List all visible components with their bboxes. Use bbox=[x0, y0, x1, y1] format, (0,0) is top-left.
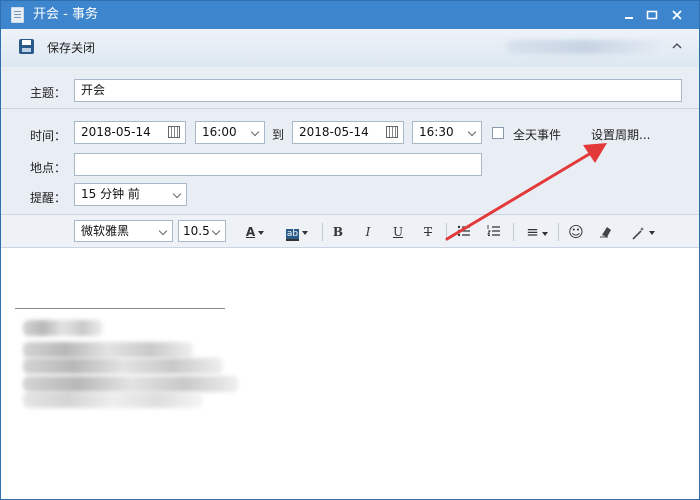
calendar-icon[interactable] bbox=[168, 126, 180, 138]
align-icon: ≡ bbox=[526, 223, 539, 241]
chevron-down-icon bbox=[302, 230, 309, 235]
end-time-select[interactable]: 16:30 bbox=[412, 121, 482, 144]
bold-icon[interactable]: B bbox=[330, 223, 346, 241]
toolbar-separator bbox=[322, 223, 323, 241]
reminder-label: 提醒： bbox=[30, 191, 67, 205]
subject-label: 主题： bbox=[30, 86, 67, 100]
start-time-value: 16:00 bbox=[202, 125, 237, 139]
all-day-checkbox[interactable] bbox=[492, 127, 504, 139]
close-icon bbox=[672, 10, 682, 20]
event-window: 开会 - 事务 保存关闭 主题： 开会 时间： 2018-05-14 16:00 bbox=[0, 0, 700, 500]
close-button[interactable] bbox=[669, 7, 685, 23]
event-form: 主题： 开会 时间： 2018-05-14 16:00 到 2018-05-14… bbox=[1, 67, 699, 214]
chevron-down-icon bbox=[211, 226, 221, 236]
reminder-value: 15 分钟 前 bbox=[81, 187, 140, 201]
chevron-down-icon bbox=[648, 230, 655, 235]
toolbar-separator bbox=[446, 223, 447, 241]
title-bar[interactable]: 开会 - 事务 bbox=[1, 1, 699, 29]
redacted-signature bbox=[23, 376, 238, 392]
toolbar-separator bbox=[558, 223, 559, 241]
all-day-label[interactable]: 全天事件 bbox=[513, 126, 561, 143]
redacted-signature bbox=[23, 358, 223, 374]
chevron-down-icon bbox=[250, 127, 260, 137]
calendar-icon[interactable] bbox=[386, 126, 398, 138]
maximize-icon bbox=[646, 10, 658, 20]
collapse-icon[interactable] bbox=[670, 39, 684, 53]
align-button[interactable]: ≡ bbox=[522, 223, 552, 241]
toolbar-separator bbox=[513, 223, 514, 241]
location-label: 地点： bbox=[30, 161, 67, 175]
start-date-picker[interactable]: 2018-05-14 bbox=[74, 121, 186, 144]
chevron-down-icon bbox=[158, 226, 168, 236]
magic-wand-icon bbox=[631, 226, 644, 240]
minimize-button[interactable] bbox=[621, 7, 637, 23]
start-time-select[interactable]: 16:00 bbox=[195, 121, 265, 144]
end-date-picker[interactable]: 2018-05-14 bbox=[292, 121, 404, 144]
font-family-value: 微软雅黑 bbox=[81, 224, 130, 238]
end-date-value: 2018-05-14 bbox=[299, 125, 369, 139]
chevron-down-icon bbox=[258, 230, 265, 235]
save-icon[interactable] bbox=[19, 39, 34, 54]
end-time-value: 16:30 bbox=[419, 125, 454, 139]
redacted-area bbox=[506, 40, 666, 54]
body-editor[interactable] bbox=[1, 248, 699, 499]
save-close-button[interactable]: 保存关闭 bbox=[47, 39, 95, 56]
underline-icon[interactable]: U bbox=[390, 223, 406, 241]
italic-icon[interactable]: I bbox=[360, 223, 376, 241]
font-size-value: 10.5 bbox=[183, 224, 210, 238]
reminder-select[interactable]: 15 分钟 前 bbox=[74, 183, 187, 206]
window-title: 开会 - 事务 bbox=[33, 7, 98, 22]
numbered-list-icon[interactable] bbox=[486, 223, 502, 241]
chevron-down-icon bbox=[541, 231, 548, 236]
highlight-button[interactable]: ab bbox=[280, 223, 314, 241]
minimize-icon bbox=[625, 17, 633, 19]
form-divider bbox=[1, 108, 699, 109]
signature-divider bbox=[15, 308, 225, 309]
redacted-signature bbox=[23, 342, 193, 358]
location-input[interactable] bbox=[74, 153, 482, 176]
chevron-down-icon bbox=[467, 127, 477, 137]
font-size-select[interactable]: 10.5 bbox=[178, 220, 226, 242]
font-family-select[interactable]: 微软雅黑 bbox=[74, 220, 173, 242]
redacted-signature bbox=[23, 320, 103, 336]
maximize-button[interactable] bbox=[644, 7, 660, 23]
highlight-icon: ab bbox=[285, 229, 300, 241]
start-date-value: 2018-05-14 bbox=[81, 125, 151, 139]
bullet-list-icon[interactable] bbox=[456, 223, 472, 241]
strikethrough-icon[interactable]: T bbox=[420, 223, 436, 241]
redacted-signature bbox=[23, 392, 203, 408]
clear-format-icon[interactable] bbox=[597, 223, 615, 241]
format-toolbar: 微软雅黑 10.5 A ab B I U T ≡ ☺ bbox=[1, 214, 699, 248]
to-label: 到 bbox=[272, 128, 285, 142]
time-label: 时间： bbox=[30, 129, 67, 143]
set-recurrence-link[interactable]: 设置周期... bbox=[591, 126, 650, 143]
emoji-icon[interactable]: ☺ bbox=[567, 223, 585, 241]
chevron-down-icon bbox=[172, 189, 182, 199]
subject-input[interactable]: 开会 bbox=[74, 79, 682, 102]
font-color-icon: A bbox=[245, 225, 256, 239]
document-icon bbox=[11, 7, 24, 23]
main-toolbar: 保存关闭 bbox=[1, 29, 699, 68]
magic-wand-button[interactable] bbox=[627, 223, 657, 241]
font-color-button[interactable]: A bbox=[240, 223, 270, 241]
